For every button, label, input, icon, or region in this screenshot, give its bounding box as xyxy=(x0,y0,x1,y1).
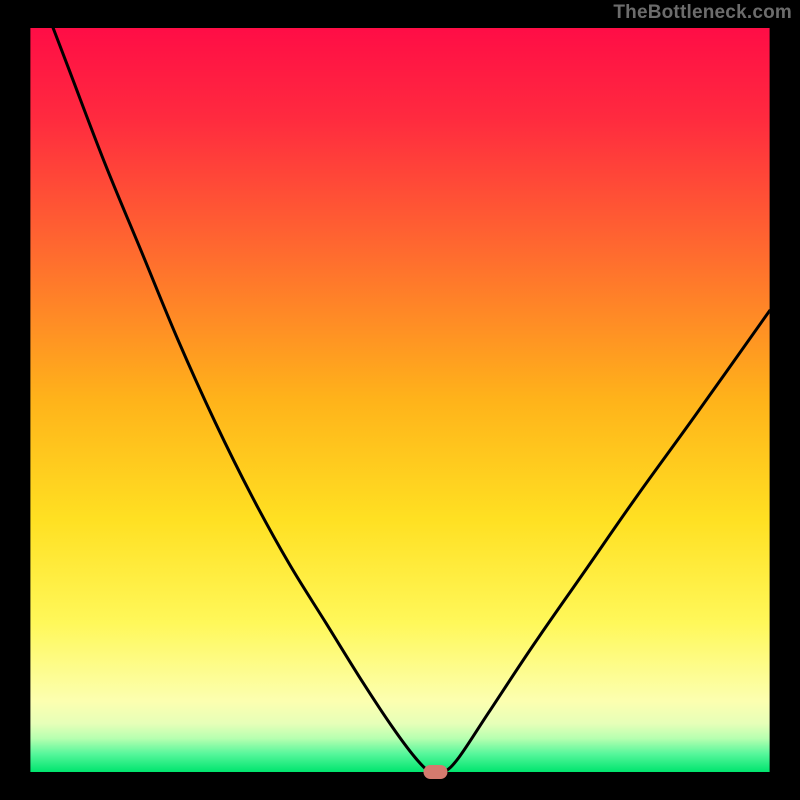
chart-background-gradient xyxy=(30,28,769,772)
optimal-point-marker xyxy=(423,765,447,779)
bottleneck-chart xyxy=(0,0,800,800)
chart-frame: TheBottleneck.com xyxy=(0,0,800,800)
watermark-text: TheBottleneck.com xyxy=(613,2,792,24)
